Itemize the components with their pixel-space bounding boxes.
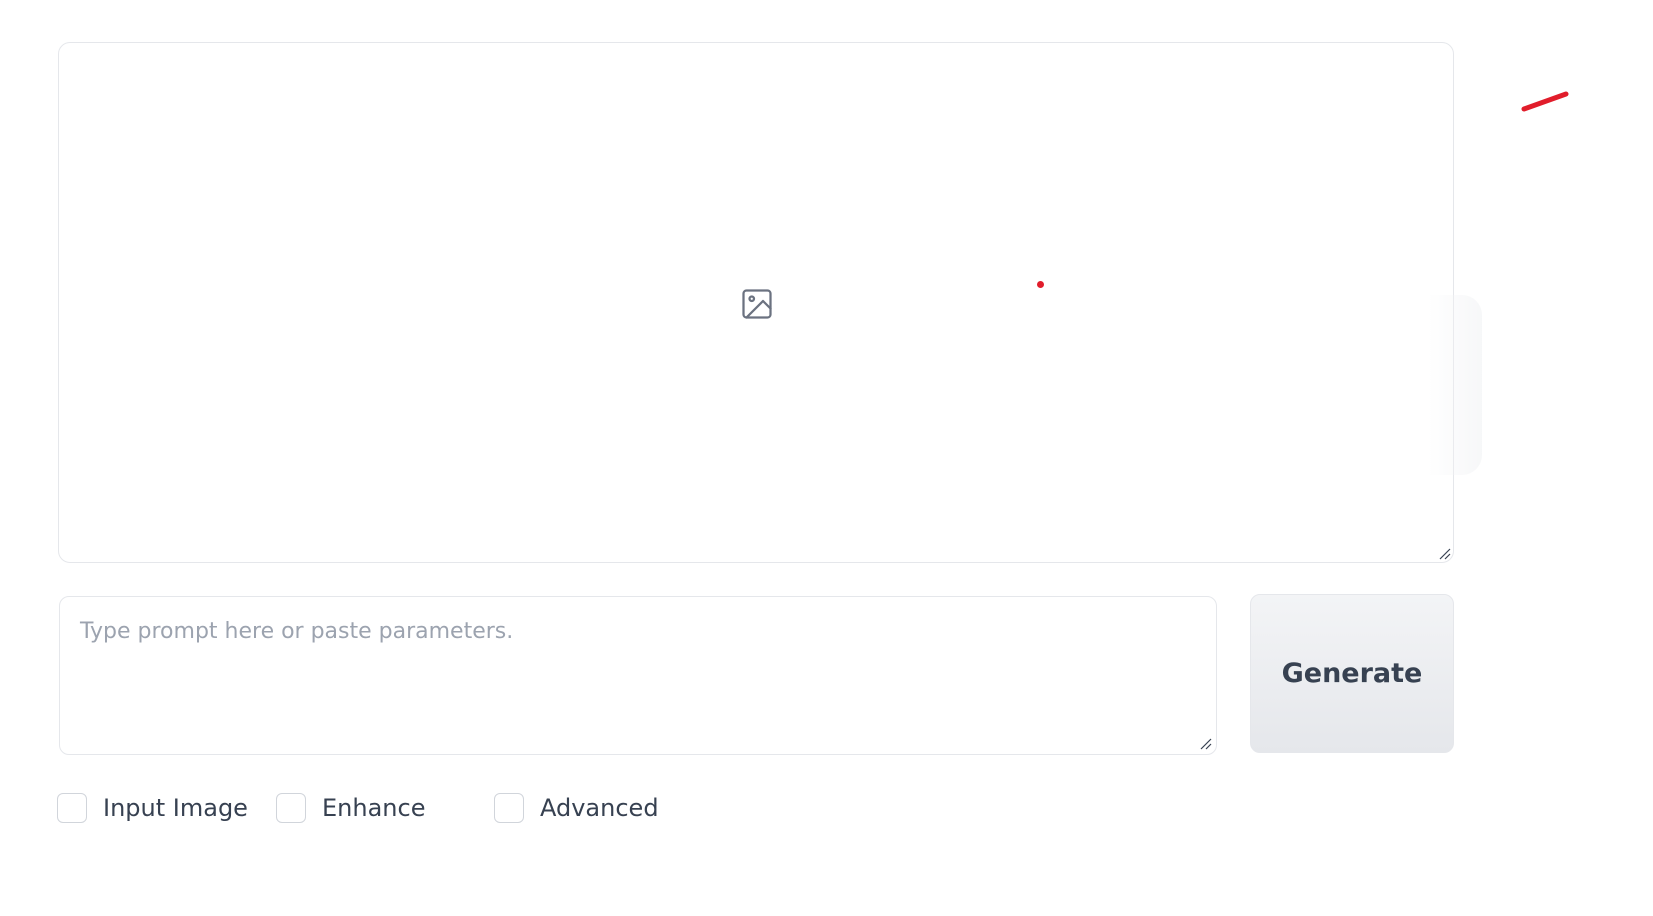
scroll-shadow xyxy=(1428,295,1482,475)
checkbox-box[interactable] xyxy=(494,793,524,823)
input-image-checkbox[interactable]: Input Image xyxy=(57,791,248,825)
prompt-field[interactable] xyxy=(59,596,1217,755)
resize-grip-icon[interactable] xyxy=(1197,735,1213,751)
checkbox-box[interactable] xyxy=(276,793,306,823)
annotation-stroke xyxy=(1521,91,1569,112)
checkbox-label: Enhance xyxy=(322,794,426,822)
checkbox-label: Input Image xyxy=(103,794,248,822)
checkbox-box[interactable] xyxy=(57,793,87,823)
checkbox-label: Advanced xyxy=(540,794,659,822)
image-placeholder-icon xyxy=(742,289,772,319)
annotation-dot xyxy=(1037,281,1044,288)
enhance-checkbox[interactable]: Enhance xyxy=(276,791,425,825)
prompt-input[interactable] xyxy=(60,597,1216,754)
output-gallery[interactable] xyxy=(58,42,1454,563)
resize-grip-icon[interactable] xyxy=(1436,545,1452,561)
generate-button[interactable]: Generate xyxy=(1250,594,1454,753)
advanced-checkbox[interactable]: Advanced xyxy=(494,791,659,825)
